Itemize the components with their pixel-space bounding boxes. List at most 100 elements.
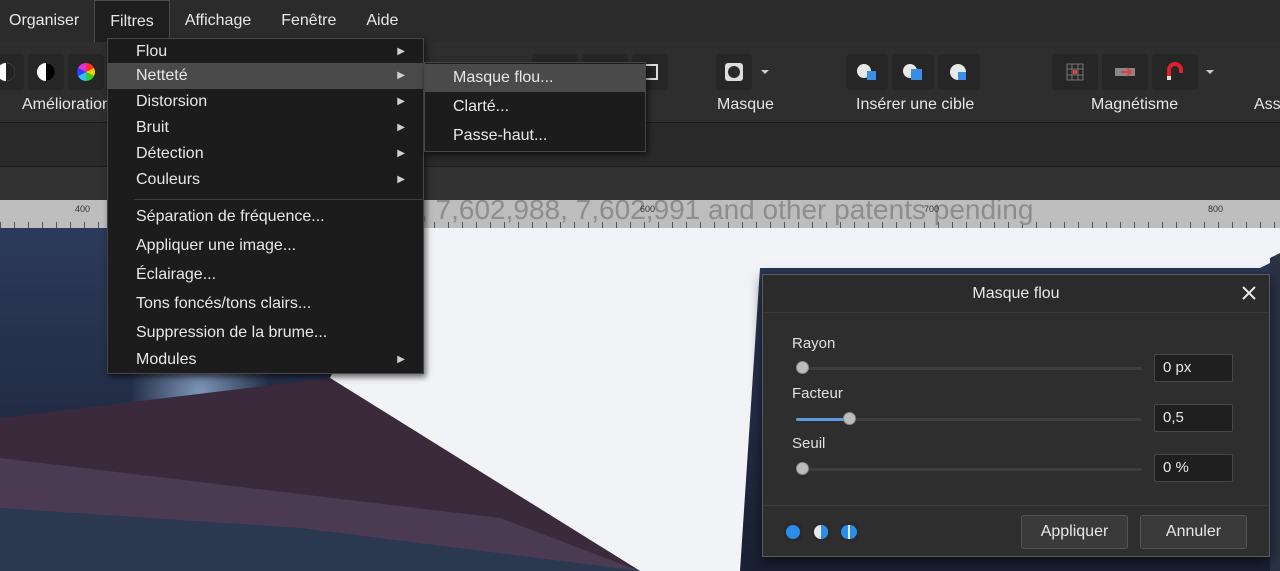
submenu-arrow-icon: ▶ [397,96,405,107]
magnet-icon [1167,62,1183,80]
slider-track [796,367,1142,370]
seuil-slider[interactable] [796,462,1142,475]
masque-group [716,52,778,92]
menu-item-tons-fonces-clairs[interactable]: Tons foncés/tons clairs... [108,291,423,317]
slider-handle[interactable] [843,412,856,425]
ruler-tick-800: 800 [1208,204,1224,214]
insert-inside-icon [950,64,966,80]
menu-item-label: Flou [136,43,168,60]
facteur-slider[interactable] [796,412,1142,425]
menu-item-appliquer-image[interactable]: Appliquer une image... [108,233,423,259]
submenu-arrow-icon: ▶ [397,148,405,159]
ruler-ghost-text: , 7,602,988, 7,602,991 and other patents… [420,200,1034,225]
menu-item-modules[interactable]: Modules ▶ [108,347,423,373]
snapping-toggle-button[interactable] [1152,54,1198,90]
submenu-arrow-icon: ▶ [397,70,405,81]
nettete-submenu: Masque flou... Clarté... Passe-haut... [424,62,646,152]
auto-levels-button[interactable] [0,54,24,90]
menu-organiser[interactable]: Organiser [0,0,94,42]
menu-item-distorsion[interactable]: Distorsion ▶ [108,89,423,115]
menu-item-flou[interactable]: Flou ▶ [108,39,423,65]
menu-filtres[interactable]: Filtres [94,0,170,42]
slider-handle[interactable] [796,462,809,475]
menu-affichage[interactable]: Affichage [170,0,266,42]
mirror-preview-icon[interactable] [839,522,859,542]
menu-item-eclairage[interactable]: Éclairage... [108,262,423,288]
mask-icon [725,63,743,81]
split-preview-icon[interactable] [811,522,831,542]
insert-behind-button[interactable] [846,54,888,90]
menu-item-separation-frequence[interactable]: Séparation de fréquence... [108,204,423,230]
menu-bar: Organiser Filtres Affichage Fenêtre Aide [0,0,1280,42]
rayon-label: Rayon [792,335,836,352]
inserer-cible-label: Insérer une cible [856,96,975,113]
masque-flou-dialog: Masque flou Rayon 0 px Facteur 0,5 Seuil… [762,274,1270,557]
dialog-title: Masque flou [763,275,1269,313]
slider-fill [796,418,849,421]
amelioration-label: Amélioration [22,96,111,113]
full-preview-icon[interactable] [783,522,803,542]
rayon-field[interactable]: 0 px [1154,354,1233,382]
grid-snap-icon [1066,63,1084,81]
facteur-label: Facteur [792,385,843,402]
menu-item-bruit[interactable]: Bruit ▶ [108,115,423,141]
seuil-field[interactable]: 0 % [1154,454,1233,482]
submenu-item-passe-haut[interactable]: Passe-haut... [425,122,645,150]
ruler-tick-700: 700 [924,204,940,214]
facteur-field[interactable]: 0,5 [1154,404,1233,432]
snap-distance-button[interactable] [1102,54,1148,90]
cancel-button[interactable]: Annuler [1140,515,1247,549]
menu-item-label: Détection [136,145,204,162]
submenu-arrow-icon: ▶ [397,122,405,133]
insert-inside-button[interactable] [938,54,980,90]
magnetisme-label: Magnétisme [1091,96,1179,113]
menu-item-label: Couleurs [136,171,201,188]
menu-fenetre[interactable]: Fenêtre [266,0,351,42]
submenu-arrow-icon: ▶ [397,354,405,365]
submenu-item-masque-flou[interactable]: Masque flou... [425,64,645,92]
contrast-circle-icon [0,63,15,81]
snap-grid-button[interactable] [1052,54,1098,90]
slider-handle[interactable] [796,361,809,374]
half-circle-icon [37,63,55,81]
ruler-tick-400: 400 [75,204,91,214]
insert-front-icon [903,64,922,80]
ass-label: Ass [1254,96,1280,113]
menu-item-couleurs[interactable]: Couleurs ▶ [108,167,423,193]
seuil-label: Seuil [792,435,826,452]
menu-item-label: Netteté [136,67,188,84]
slider-track [796,468,1142,471]
submenu-arrow-icon: ▶ [397,46,405,57]
menu-item-label: Séparation de fréquence... [136,208,325,225]
dialog-footer-divider [763,505,1269,506]
chevron-down-icon [761,70,769,74]
apply-button[interactable]: Appliquer [1021,515,1128,549]
menu-item-nettete[interactable]: Netteté ▶ [108,63,423,89]
menu-item-suppression-brume[interactable]: Suppression de la brume... [108,320,423,346]
menu-item-label: Distorsion [136,93,208,110]
close-icon[interactable] [1239,283,1259,303]
arrow-snap-icon [1115,67,1135,77]
menu-item-label: Bruit [136,119,169,136]
menu-item-label: Éclairage... [136,266,217,283]
masque-label: Masque [717,96,774,113]
snapping-dropdown-button[interactable] [1202,54,1218,90]
auto-contrast-button[interactable] [28,54,64,90]
filtres-menu: Flou ▶ Netteté ▶ Distorsion ▶ Bruit ▶ Détect… [107,38,424,374]
menu-aide[interactable]: Aide [351,0,413,42]
menu-item-label: Tons foncés/tons clairs... [136,295,312,312]
menu-item-label: Appliquer une image... [136,237,297,254]
rayon-slider[interactable] [796,361,1142,374]
menu-item-detection[interactable]: Détection ▶ [108,141,423,167]
submenu-arrow-icon: ▶ [397,174,405,185]
auto-color-button[interactable] [68,54,104,90]
ruler-tick-600: 600 [640,204,656,214]
menu-separator [134,199,423,200]
mask-button[interactable] [716,54,752,90]
insert-behind-icon [857,64,876,80]
insert-front-button[interactable] [892,54,934,90]
chevron-down-icon [1206,70,1214,74]
magnetisme-group [1052,52,1222,92]
submenu-item-clarte[interactable]: Clarté... [425,93,645,121]
mask-dropdown-button[interactable] [756,54,774,90]
